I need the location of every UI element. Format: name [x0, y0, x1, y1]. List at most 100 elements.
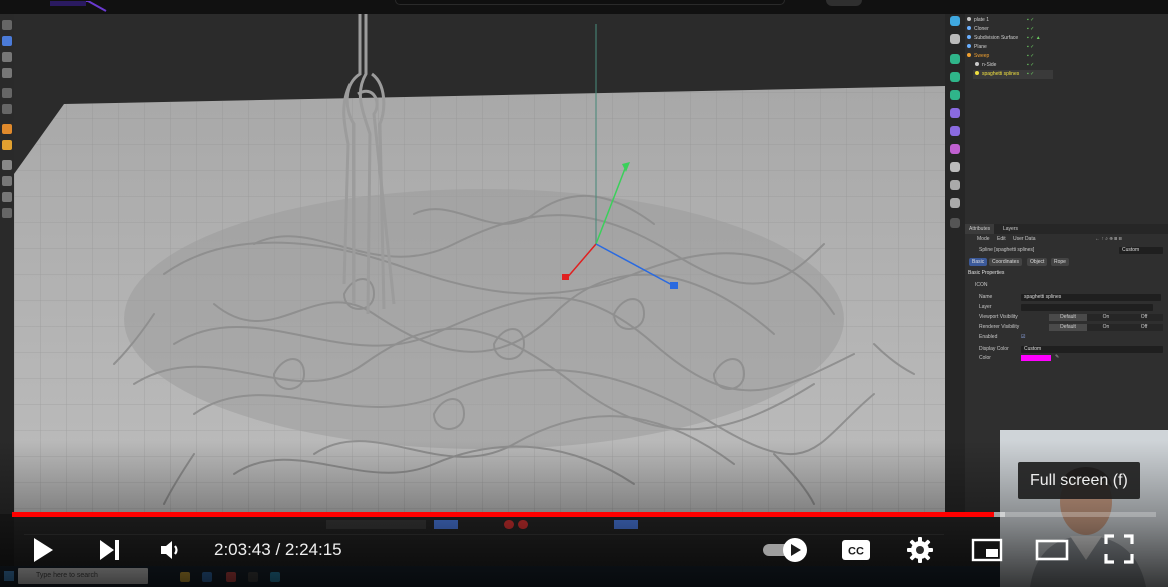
autoplay-toggle-icon	[763, 538, 807, 562]
progress-bar[interactable]	[12, 512, 1156, 517]
plane-object-icon	[967, 44, 971, 48]
fullscreen-button[interactable]	[1101, 533, 1137, 565]
miniplayer-button[interactable]	[969, 535, 1005, 565]
object-tags: ▪ ✓	[1027, 17, 1035, 23]
next-icon	[100, 540, 119, 560]
channel-logo	[48, 0, 108, 12]
object-tags: ▪ ✓	[1027, 62, 1035, 68]
layer-label: Layer	[979, 304, 992, 310]
scene-icon	[950, 180, 960, 190]
renderer-visibility-default[interactable]: Default	[1049, 324, 1087, 331]
subtab-basic[interactable]: Basic	[969, 258, 988, 266]
fullscreen-icon	[1104, 534, 1134, 564]
settings-icon	[907, 537, 933, 563]
c4d-viewport	[14, 14, 945, 514]
object-label: Sweep	[974, 53, 990, 59]
subtab-coordinates[interactable]: Coordinates	[989, 258, 1022, 266]
deformer-icon	[950, 108, 960, 118]
captions-button[interactable]: CC	[838, 536, 874, 564]
time-display: 2:03:43 / 2:24:15	[214, 537, 342, 563]
color-label: Color	[979, 355, 991, 361]
mute-button[interactable]	[156, 535, 186, 565]
spline-object-icon	[975, 71, 979, 75]
eyedropper-icon[interactable]: ✎	[1055, 354, 1059, 361]
object-label: Cloner	[974, 26, 989, 32]
light-icon	[950, 198, 960, 208]
object-title: Spline [spaghetti splines]	[979, 247, 1035, 253]
color-swatch[interactable]	[1021, 355, 1051, 361]
viewport-visibility-off[interactable]: Off	[1125, 314, 1163, 321]
render-icon	[950, 218, 960, 228]
subtab-object[interactable]: Object	[1027, 258, 1048, 266]
autokey-icon	[518, 520, 528, 529]
spline-tool-icon	[2, 140, 12, 150]
paint-tool-icon	[2, 176, 12, 186]
viewport-visibility-default[interactable]: Default	[1049, 314, 1087, 321]
rotate-tool-icon	[2, 52, 12, 62]
viewport-render	[14, 14, 945, 514]
magnet-tool-icon	[2, 208, 12, 218]
move-tool-icon	[2, 20, 12, 30]
time-separator: /	[270, 540, 285, 559]
theater-mode-button[interactable]	[1034, 535, 1070, 565]
layer-field[interactable]	[1021, 304, 1153, 311]
tag-icon	[950, 144, 960, 154]
viewport-visibility-on[interactable]: On	[1087, 314, 1125, 321]
camera-icon	[950, 162, 960, 172]
key-mode-icon	[614, 520, 638, 529]
display-color-dropdown[interactable]: Custom	[1021, 346, 1163, 353]
section-heading: Basic Properties	[968, 270, 1005, 276]
video-frame[interactable]: plate 1 Cloner Subdivision Surface Plane…	[0, 0, 1168, 587]
miniplayer-icon	[971, 538, 1003, 562]
sweep-object-icon	[967, 53, 971, 57]
object-label: plate 1	[974, 17, 990, 23]
field-icon	[950, 126, 960, 136]
c4d-right-icon-strip	[945, 14, 965, 514]
object-tags: ▪ ✓	[1027, 53, 1035, 59]
playback-transport-icon	[326, 520, 426, 529]
play-button[interactable]	[27, 535, 59, 565]
renderer-visibility-off[interactable]: Off	[1125, 324, 1163, 331]
edge-icon	[270, 572, 280, 582]
volume-icon	[161, 541, 178, 559]
tab-attributes[interactable]: Attributes	[965, 224, 995, 234]
icon-group-label[interactable]: ICON	[975, 282, 988, 289]
cube-icon	[950, 16, 960, 26]
name-field[interactable]: spaghetti splines	[1021, 294, 1161, 301]
next-button[interactable]	[92, 535, 126, 565]
cloner-object-icon	[967, 26, 971, 30]
scale-tool-icon	[2, 68, 12, 78]
menu-mode[interactable]: Mode	[977, 236, 990, 243]
progress-played	[12, 512, 994, 517]
file-explorer-icon	[180, 572, 190, 582]
fullscreen-tooltip: Full screen (f)	[1018, 462, 1140, 499]
windows-start-icon	[4, 571, 14, 581]
nav-arrows-icon[interactable]: ← ↑ ⌕ ⊕ ⊞ ⊟	[1095, 236, 1122, 243]
object-tags: ▪ ✓	[1027, 26, 1035, 32]
object-tags: ▪ ✓ ▲	[1027, 35, 1041, 41]
brush-tool-icon	[2, 160, 12, 170]
theater-icon	[1035, 539, 1069, 561]
browser-icon	[202, 572, 212, 582]
menu-edit[interactable]: Edit	[997, 236, 1006, 243]
c4d-tool-palette	[0, 14, 14, 514]
subdivision-object-icon	[967, 35, 971, 39]
tab-layers[interactable]: Layers	[999, 224, 1022, 234]
preset-dropdown[interactable]: Custom	[1119, 247, 1163, 254]
menu-user-data[interactable]: User Data	[1013, 236, 1036, 243]
nside-object-icon	[975, 62, 979, 66]
select-tool-icon	[2, 36, 12, 46]
loop-toggle-icon	[434, 520, 458, 529]
time-total: 2:24:15	[284, 540, 342, 559]
viewport-visibility-label: Viewport Visibility	[979, 314, 1018, 320]
enabled-checkbox-icon[interactable]: ☑	[1021, 334, 1025, 341]
axis-tool-icon	[2, 88, 12, 98]
subtab-rope[interactable]: Rope	[1051, 258, 1069, 266]
generator-icon	[950, 72, 960, 82]
settings-button[interactable]	[903, 535, 937, 565]
top-overlay	[0, 0, 1168, 14]
renderer-visibility-on[interactable]: On	[1087, 324, 1125, 331]
object-label: n-Side	[982, 62, 997, 68]
display-color-label: Display Color	[979, 346, 1009, 352]
autoplay-toggle[interactable]	[760, 536, 810, 564]
